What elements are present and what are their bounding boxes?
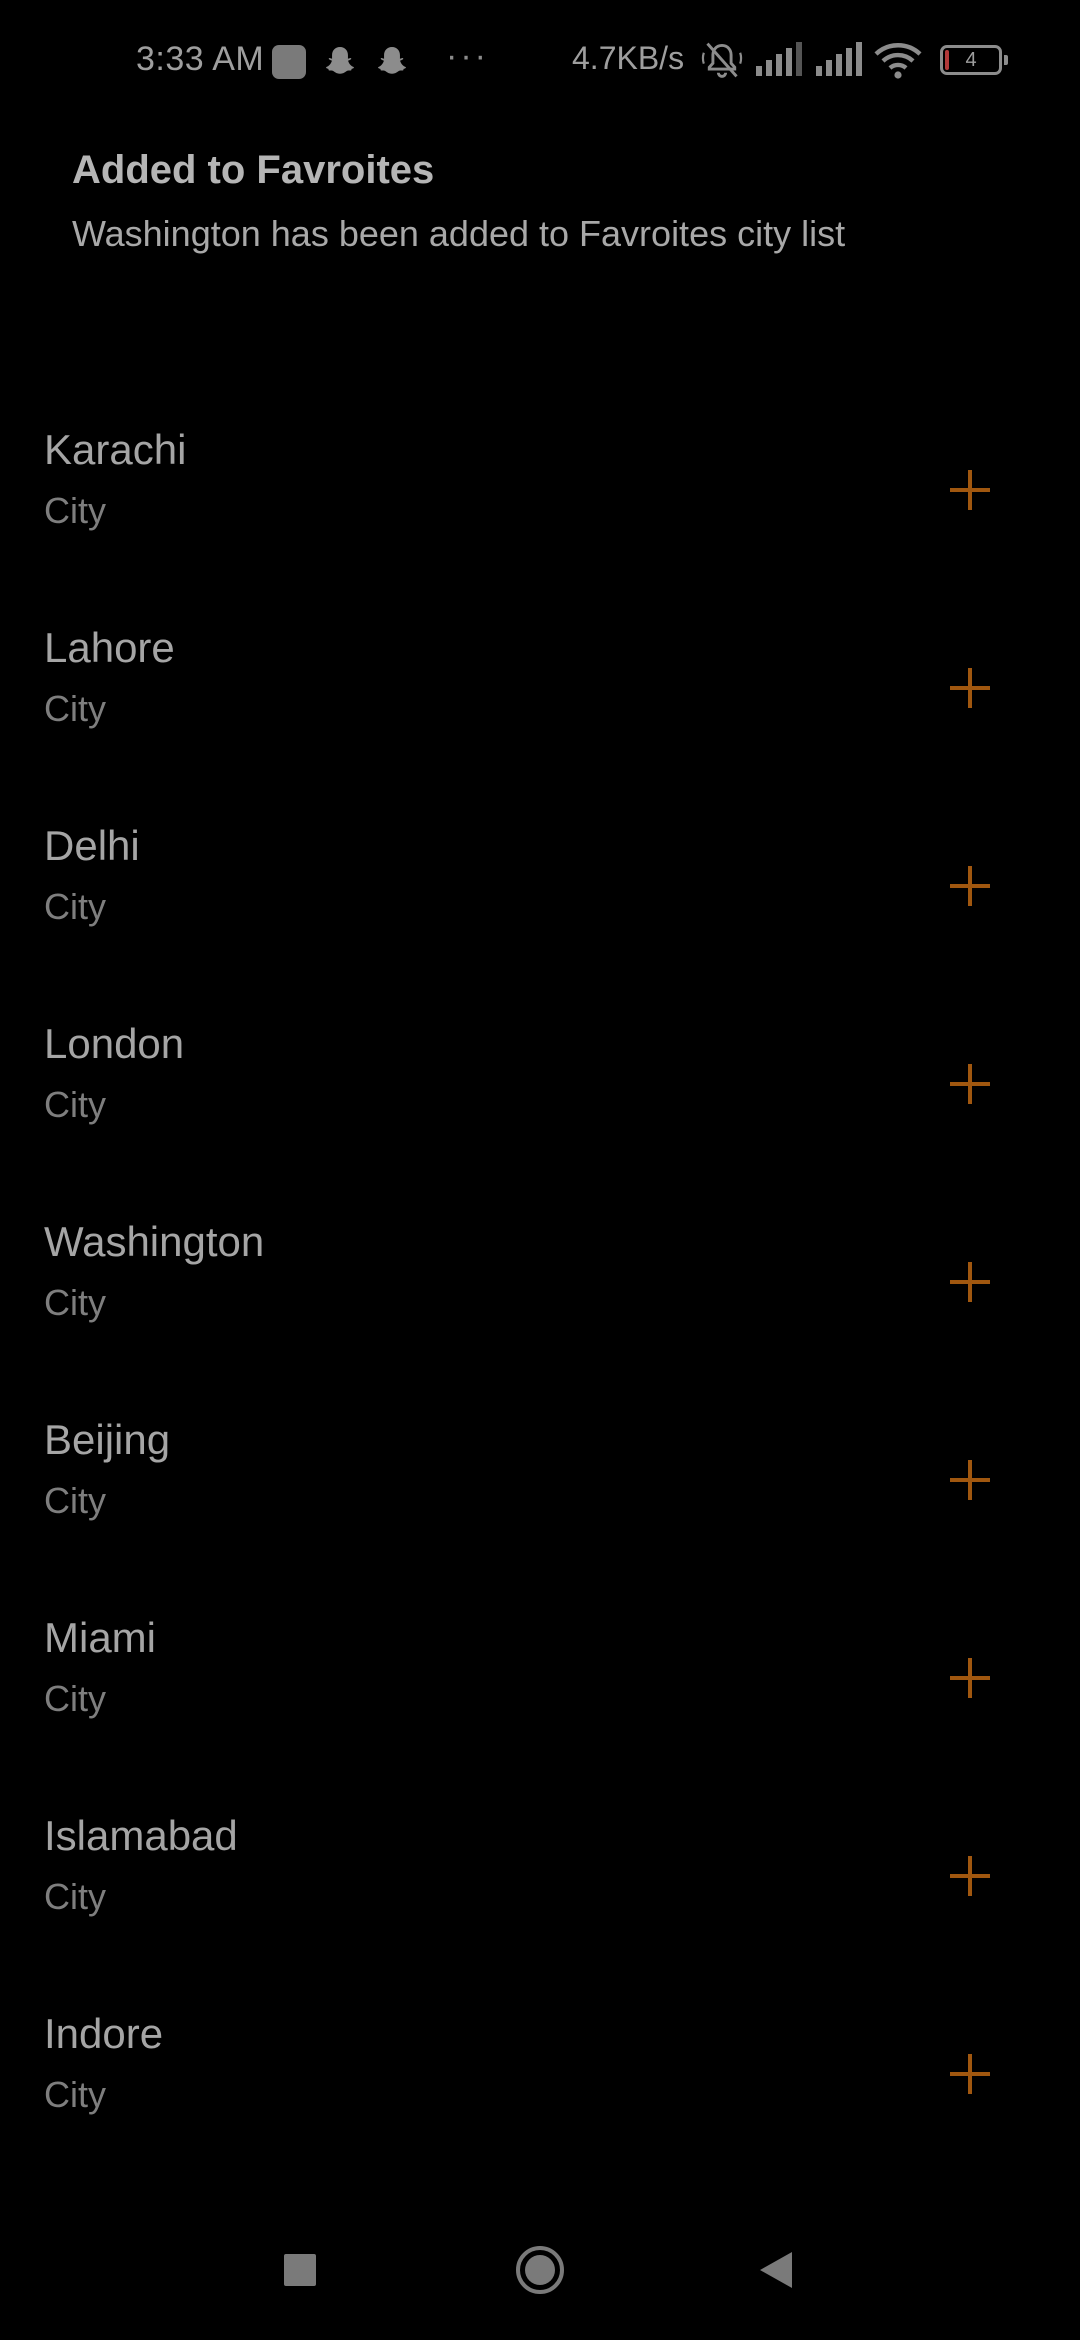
add-favorite-button[interactable]	[934, 652, 1006, 724]
city-type: City	[44, 1678, 106, 1719]
plus-icon	[950, 668, 990, 708]
toast-message: Washington has been added to Favroites c…	[72, 213, 846, 254]
home-circle-icon	[516, 2246, 564, 2294]
city-name: Karachi	[44, 426, 187, 473]
city-name: Islamabad	[44, 1812, 238, 1859]
plus-icon	[950, 1856, 990, 1896]
list-item[interactable]: Beijing City	[0, 1386, 1080, 1584]
add-favorite-button[interactable]	[934, 1840, 1006, 1912]
city-type: City	[44, 1876, 106, 1917]
snapchat-icon	[326, 47, 354, 74]
add-favorite-button[interactable]	[934, 1048, 1006, 1120]
add-favorite-button[interactable]	[934, 1444, 1006, 1516]
plus-icon	[950, 1460, 990, 1500]
signal-icon	[756, 42, 802, 76]
city-type: City	[44, 688, 106, 729]
recents-square-icon	[284, 2254, 316, 2286]
plus-icon	[950, 1064, 990, 1104]
plus-icon	[950, 1658, 990, 1698]
recents-button[interactable]	[260, 2230, 340, 2310]
wifi-icon	[874, 43, 922, 79]
more-dots-icon: ···	[446, 37, 489, 75]
network-speed: 4.7KB/s	[572, 40, 685, 76]
list-item[interactable]: Washington City	[0, 1188, 1080, 1386]
signal-icon	[816, 42, 862, 76]
snapchat-icon	[378, 47, 406, 74]
plus-icon	[950, 2054, 990, 2094]
add-favorite-button[interactable]	[934, 2038, 1006, 2110]
city-name: Lahore	[44, 624, 175, 671]
city-type: City	[44, 2074, 106, 2115]
city-name: London	[44, 1020, 185, 1067]
battery-level: 4	[965, 49, 977, 71]
plus-icon	[950, 470, 990, 510]
add-favorite-button[interactable]	[934, 1642, 1006, 1714]
list-item[interactable]: Miami City	[0, 1584, 1080, 1782]
navigation-bar	[0, 2206, 1080, 2340]
add-favorite-button[interactable]	[934, 454, 1006, 526]
city-name: Miami	[44, 1614, 156, 1661]
plus-icon	[950, 866, 990, 906]
city-type: City	[44, 490, 106, 531]
status-bar: 3:33 AM ··· 4.7KB/s 4	[0, 0, 1080, 126]
city-type: City	[44, 1282, 106, 1323]
city-type: City	[44, 1480, 106, 1521]
status-app-icons: ···	[272, 37, 489, 80]
city-type: City	[44, 886, 106, 927]
muted-bell-icon	[701, 42, 743, 78]
city-list[interactable]: Karachi City Lahore City Delhi City Lond…	[0, 396, 1080, 2206]
list-item[interactable]: Delhi City	[0, 792, 1080, 990]
list-item[interactable]: London City	[0, 990, 1080, 1188]
city-name: Beijing	[44, 1416, 171, 1463]
city-name: Indore	[44, 2010, 164, 2057]
list-item[interactable]: Lahore City	[0, 594, 1080, 792]
toast-title: Added to Favroites	[72, 148, 435, 192]
add-favorite-button[interactable]	[934, 850, 1006, 922]
city-name: Washington	[44, 1218, 265, 1265]
status-right-icons: 4	[700, 40, 1008, 80]
city-type: City	[44, 1084, 106, 1125]
plus-icon	[950, 1262, 990, 1302]
status-time: 3:33 AM	[136, 40, 265, 78]
back-button[interactable]	[736, 2230, 816, 2310]
city-name: Delhi	[44, 822, 140, 869]
home-button[interactable]	[500, 2230, 580, 2310]
battery-icon: 4	[940, 45, 1008, 75]
favorites-toast: Added to Favroites Washington has been a…	[72, 140, 1032, 260]
back-triangle-icon	[760, 2252, 792, 2288]
list-item[interactable]: Islamabad City	[0, 1782, 1080, 1980]
add-favorite-button[interactable]	[934, 1246, 1006, 1318]
app-square-icon	[272, 45, 306, 79]
list-item[interactable]: Indore City	[0, 1980, 1080, 2178]
list-item[interactable]: Karachi City	[0, 396, 1080, 594]
